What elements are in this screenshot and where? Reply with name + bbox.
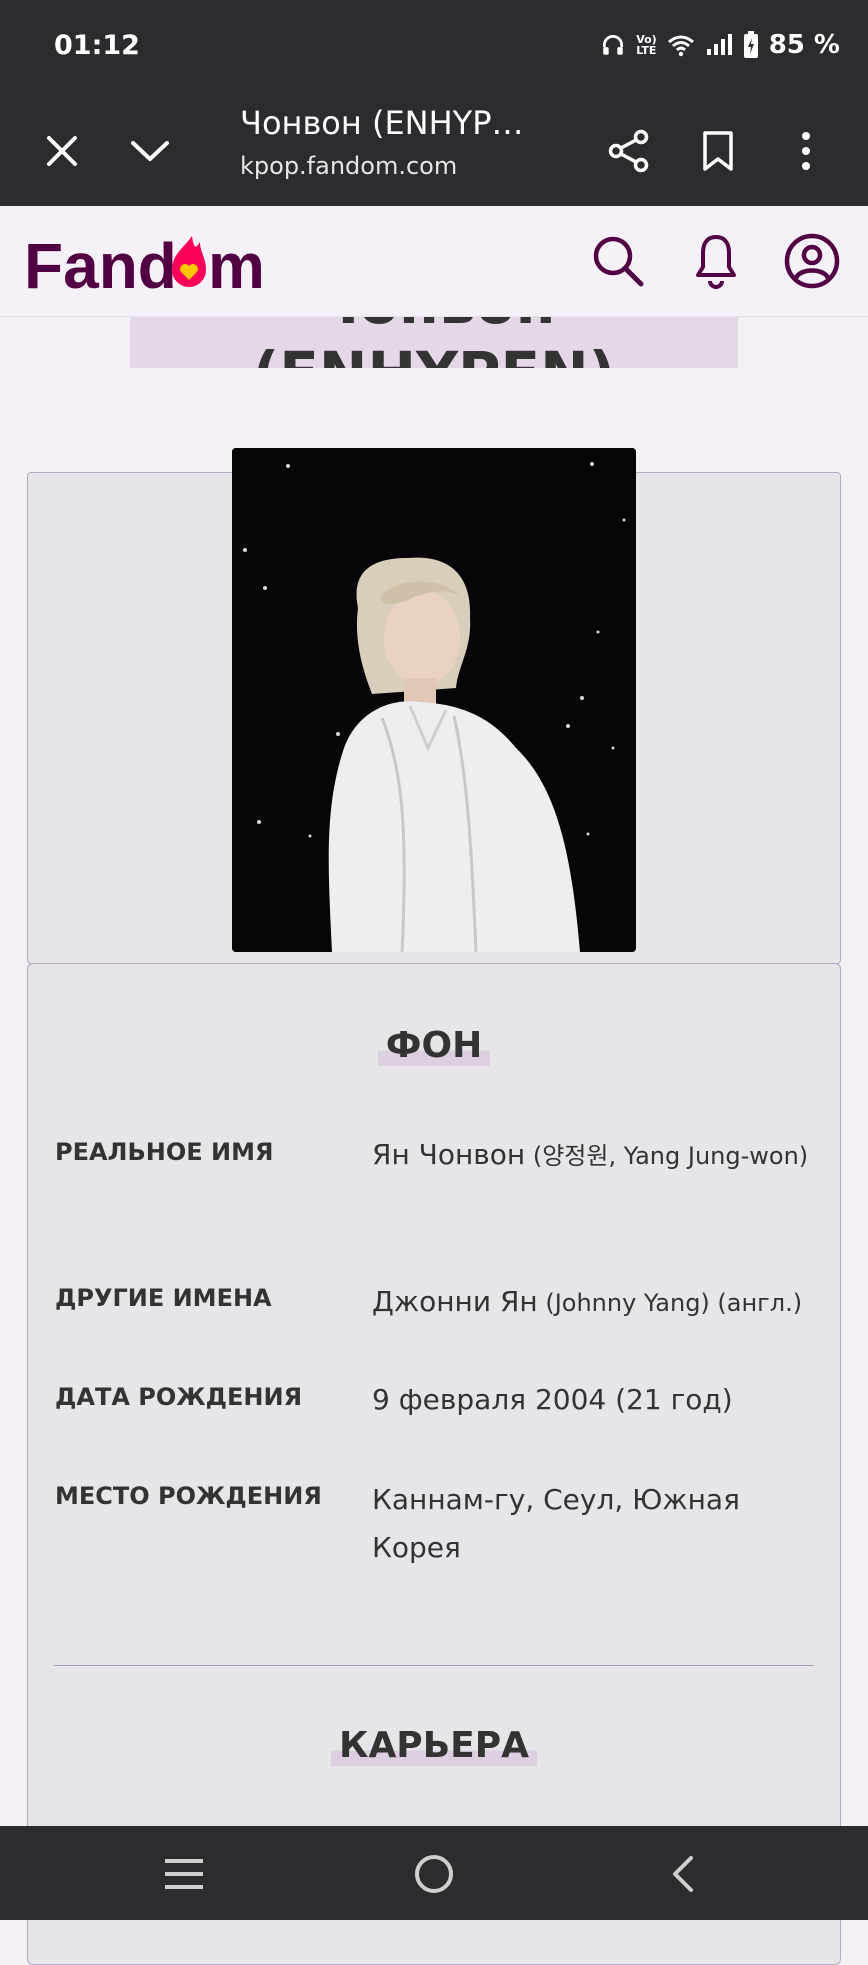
label-other-names: ДРУГИЕ ИМЕНА bbox=[55, 1284, 272, 1312]
label-birth-place: МЕСТО РОЖДЕНИЯ bbox=[55, 1482, 322, 1510]
value-other-names-extra: (Johnny Yang) (англ.) bbox=[537, 1289, 803, 1317]
svg-text:Fand: Fand bbox=[24, 230, 177, 298]
volte-icon: Vo) LTE bbox=[636, 33, 657, 57]
browser-page-title[interactable]: Чонвон (ENHYP… bbox=[240, 104, 524, 142]
value-real-name: Ян Чонвон (양정원, Yang Jung-won) bbox=[372, 1131, 812, 1180]
share-icon[interactable] bbox=[601, 123, 657, 179]
svg-text:m: m bbox=[208, 230, 265, 298]
status-icons: Vo) LTE 85 % bbox=[600, 30, 840, 60]
label-birth-date: ДАТА РОЖДЕНИЯ bbox=[55, 1383, 303, 1411]
wifi-icon bbox=[667, 33, 695, 57]
profile-photo[interactable] bbox=[232, 448, 636, 952]
profile-photo-graphic bbox=[232, 448, 636, 952]
more-vert-icon[interactable] bbox=[778, 123, 834, 179]
value-birth-place: Каннам-гу, Сеул, Южная Корея bbox=[372, 1483, 740, 1564]
menu-icon[interactable] bbox=[144, 1844, 224, 1904]
site-header: Fand m bbox=[0, 206, 868, 317]
infobox-divider bbox=[54, 1665, 814, 1666]
headphones-icon bbox=[600, 32, 626, 58]
section-heading-background-text: ФОН bbox=[377, 1025, 491, 1066]
search-icon[interactable] bbox=[588, 231, 648, 291]
status-time: 01:12 bbox=[54, 30, 140, 61]
value-real-name-extra: (양정원, Yang Jung-won) bbox=[525, 1142, 809, 1170]
section-heading-background: ФОН bbox=[0, 1025, 868, 1066]
browser-url[interactable]: kpop.fandom.com bbox=[240, 152, 457, 180]
signal-icon bbox=[705, 33, 733, 57]
label-real-name: РЕАЛЬНОЕ ИМЯ bbox=[55, 1138, 274, 1166]
fandom-logo-graphic: Fand m bbox=[24, 230, 265, 298]
bell-icon[interactable] bbox=[686, 231, 746, 291]
chevron-down-icon[interactable] bbox=[122, 123, 178, 179]
home-icon[interactable] bbox=[394, 1844, 474, 1904]
system-nav-bar bbox=[0, 1826, 868, 1920]
close-icon[interactable] bbox=[34, 123, 90, 179]
section-heading-career: КАРЬЕРА bbox=[0, 1725, 868, 1766]
user-icon[interactable] bbox=[782, 231, 842, 291]
value-other-names-main: Джонни Ян bbox=[372, 1285, 538, 1318]
back-icon[interactable] bbox=[642, 1844, 722, 1904]
value-other-names: Джонни Ян (Johnny Yang) (англ.) bbox=[372, 1278, 842, 1327]
value-birth-date: 9 февраля 2004 (21 год) bbox=[372, 1383, 733, 1416]
bookmark-icon[interactable] bbox=[690, 123, 746, 179]
fandom-logo[interactable]: Fand m bbox=[24, 228, 294, 298]
status-bar: 01:12 Vo) LTE 85 % bbox=[0, 0, 868, 96]
battery-level: 85 % bbox=[768, 30, 840, 60]
section-heading-career-text: КАРЬЕРА bbox=[331, 1725, 537, 1766]
value-real-name-main: Ян Чонвон bbox=[372, 1138, 526, 1171]
infobox bbox=[27, 963, 841, 1965]
battery-icon bbox=[743, 31, 759, 59]
